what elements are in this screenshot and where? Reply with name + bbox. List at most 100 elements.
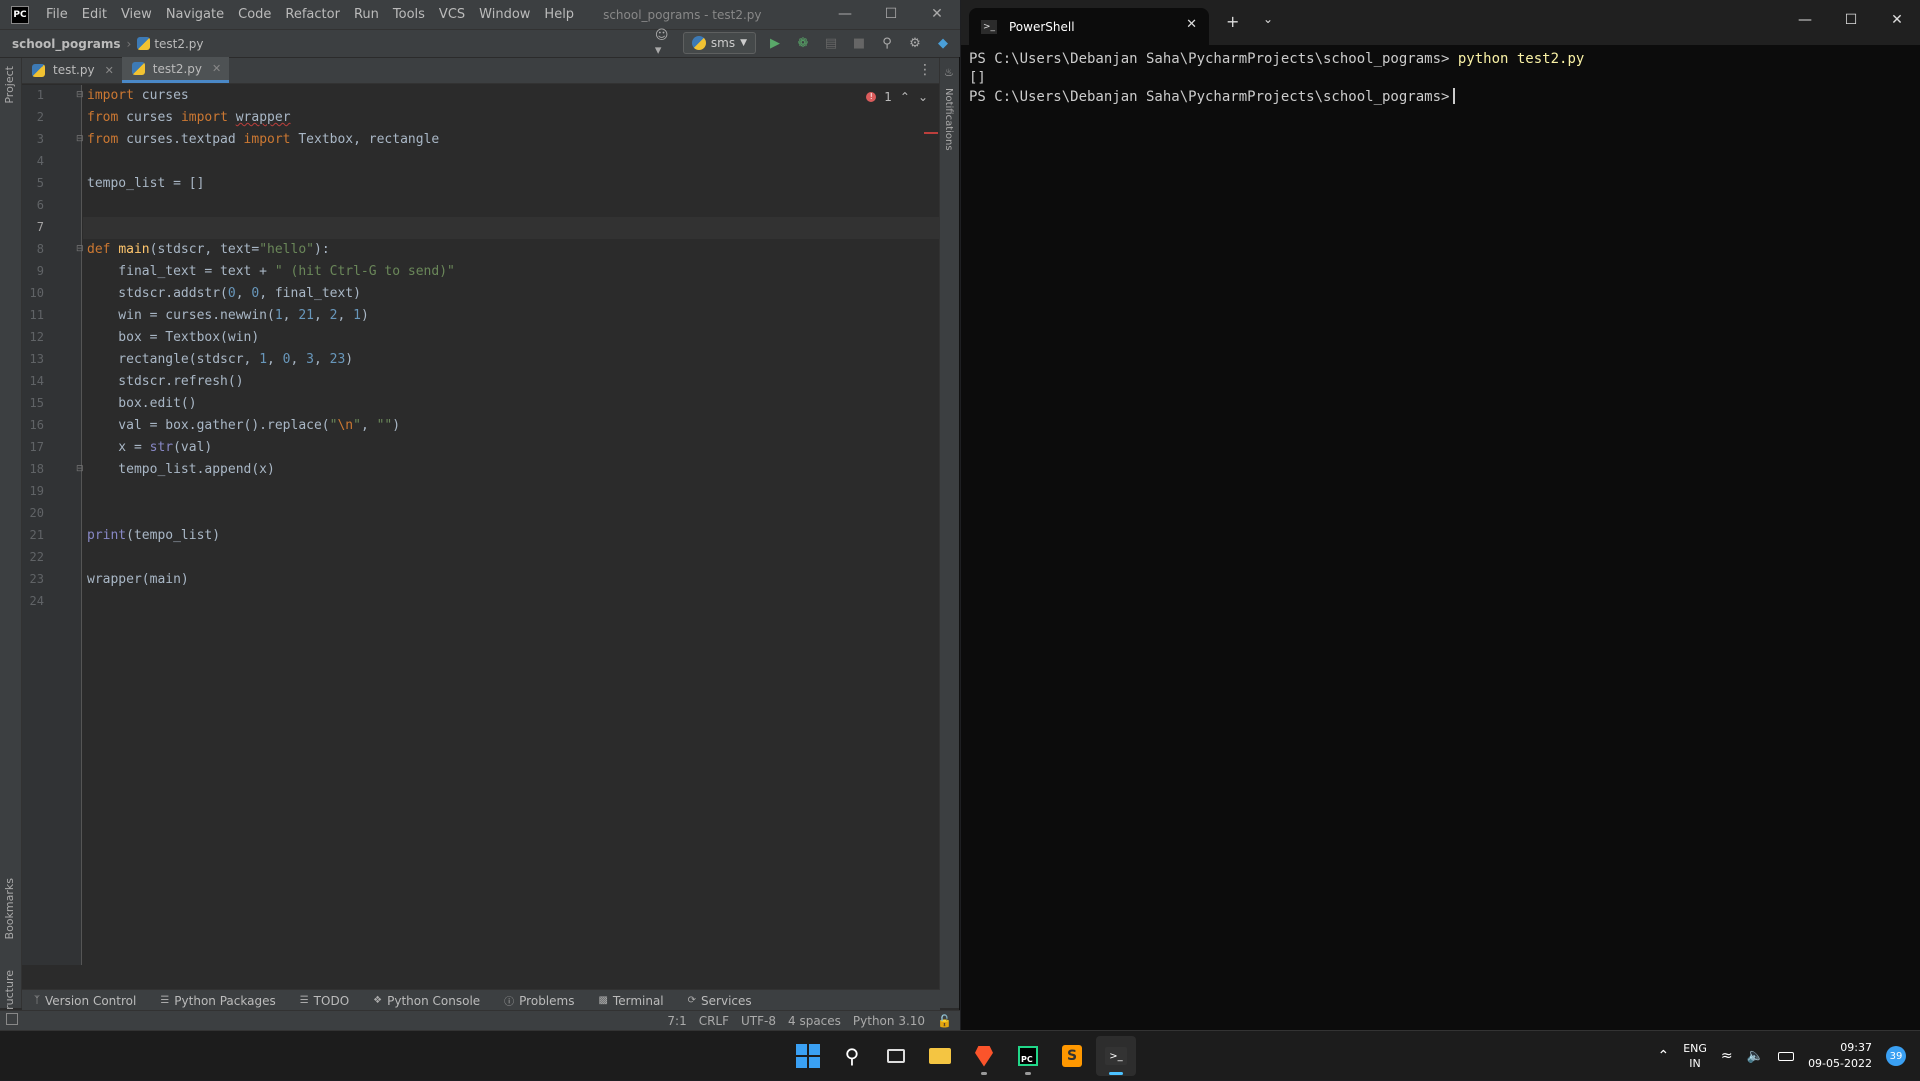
line-number[interactable]: 10 <box>22 286 44 300</box>
terminal-button[interactable]: ▩ Terminal <box>598 994 663 1008</box>
chevron-up-icon[interactable]: ⌃ <box>1657 1048 1669 1064</box>
user-icon[interactable]: ☺▾ <box>655 28 673 58</box>
line-number[interactable]: 20 <box>22 506 44 520</box>
bell-icon[interactable]: ♨ <box>944 66 954 79</box>
tab-close-icon[interactable]: ✕ <box>105 64 114 77</box>
tab-close-icon[interactable]: ✕ <box>212 62 221 75</box>
tab-test2-py[interactable]: test2.py ✕ <box>121 57 230 83</box>
line-number[interactable]: 11 <box>22 308 44 322</box>
error-stripe-marker[interactable] <box>924 132 938 134</box>
project-tool-button[interactable]: Project <box>3 66 16 104</box>
line-number[interactable]: 13 <box>22 352 44 366</box>
python-console-button[interactable]: ❖ Python Console <box>373 994 480 1008</box>
language-indicator[interactable]: ENG IN <box>1683 1041 1707 1071</box>
menu-navigate[interactable]: Navigate <box>159 0 231 29</box>
code-editor[interactable]: import curses from curses import wrapper… <box>83 85 940 965</box>
run-icon[interactable]: ▶ <box>766 34 784 52</box>
menu-tools[interactable]: Tools <box>386 0 432 29</box>
run-config-selector[interactable]: sms ▼ <box>682 32 756 54</box>
close-icon[interactable]: ✕ <box>1874 0 1920 40</box>
close-icon[interactable]: ✕ <box>1186 17 1197 32</box>
search-icon[interactable]: ⚲ <box>878 34 896 52</box>
services-button[interactable]: ⟳ Services <box>688 994 752 1008</box>
python-interpreter[interactable]: Python 3.10 <box>853 1014 925 1028</box>
line-number[interactable]: 12 <box>22 330 44 344</box>
debug-icon[interactable]: ❁ <box>794 34 812 52</box>
pycharm-button[interactable]: PC <box>1008 1036 1048 1076</box>
line-number[interactable]: 22 <box>22 550 44 564</box>
line-separator[interactable]: CRLF <box>699 1014 729 1028</box>
menu-file[interactable]: File <box>39 0 75 29</box>
volume-icon[interactable]: 🔈 <box>1747 1048 1764 1064</box>
tab-test-py[interactable]: test.py ✕ <box>22 57 122 83</box>
line-number[interactable]: 7 <box>22 220 44 234</box>
line-number[interactable]: 4 <box>22 154 44 168</box>
search-button[interactable]: ⚲ <box>832 1036 872 1076</box>
ide-update-icon[interactable]: ◆ <box>934 34 952 52</box>
maximize-icon[interactable]: ☐ <box>868 0 914 29</box>
inspection-widget[interactable]: ! 1 ⌃ ⌄ <box>866 90 928 104</box>
menu-run[interactable]: Run <box>347 0 386 29</box>
indent-setting[interactable]: 4 spaces <box>788 1014 841 1028</box>
windows-terminal-button[interactable]: >_ <box>1096 1036 1136 1076</box>
caret-position[interactable]: 7:1 <box>667 1014 686 1028</box>
line-number[interactable]: 18 <box>22 462 44 476</box>
start-button[interactable] <box>788 1036 828 1076</box>
lock-icon[interactable]: 🔓 <box>937 1014 952 1028</box>
line-number[interactable]: 8 <box>22 242 44 256</box>
chevron-up-icon[interactable]: ⌃ <box>900 90 910 104</box>
line-number[interactable]: 17 <box>22 440 44 454</box>
wifi-icon[interactable]: ≈ <box>1721 1048 1733 1064</box>
coverage-icon[interactable]: ▤ <box>822 34 840 52</box>
menu-view[interactable]: View <box>114 0 159 29</box>
line-number[interactable]: 15 <box>22 396 44 410</box>
maximize-icon[interactable]: ☐ <box>1828 0 1874 40</box>
close-icon[interactable]: ✕ <box>914 0 960 29</box>
gear-icon[interactable]: ⚙ <box>906 34 924 52</box>
toggle-tool-windows-icon[interactable] <box>6 1013 18 1025</box>
chevron-down-icon[interactable]: ⌄ <box>918 90 928 104</box>
line-number[interactable]: 19 <box>22 484 44 498</box>
stop-icon[interactable]: ■ <box>850 34 868 52</box>
line-number[interactable]: 24 <box>22 594 44 608</box>
line-number[interactable]: 2 <box>22 110 44 124</box>
bookmarks-tool-button[interactable]: Bookmarks <box>3 878 16 939</box>
task-view-button[interactable] <box>876 1036 916 1076</box>
breadcrumb-project[interactable]: school_pograms <box>12 37 121 51</box>
menu-edit[interactable]: Edit <box>75 0 114 29</box>
tab-powershell[interactable]: >_ PowerShell ✕ <box>969 8 1209 45</box>
line-number[interactable]: 21 <box>22 528 44 542</box>
sublime-text-button[interactable]: S <box>1052 1036 1092 1076</box>
line-number[interactable]: 6 <box>22 198 44 212</box>
line-number[interactable]: 23 <box>22 572 44 586</box>
line-number[interactable]: 16 <box>22 418 44 432</box>
file-encoding[interactable]: UTF-8 <box>741 1014 776 1028</box>
problems-button[interactable]: ⓘ Problems <box>504 993 574 1009</box>
breadcrumb-file[interactable]: test2.py <box>154 37 203 51</box>
terminal-output[interactable]: PS C:\Users\Debanjan Saha\PycharmProject… <box>969 50 1909 107</box>
python-packages-button[interactable]: ☰ Python Packages <box>160 994 275 1008</box>
line-number[interactable]: 9 <box>22 264 44 278</box>
minimize-icon[interactable]: — <box>1782 0 1828 40</box>
chevron-down-icon[interactable]: ⌄ <box>1263 12 1273 26</box>
line-number[interactable]: 5 <box>22 176 44 190</box>
menu-code[interactable]: Code <box>231 0 278 29</box>
file-explorer-button[interactable] <box>920 1036 960 1076</box>
more-options-icon[interactable]: ⋮ <box>918 62 932 78</box>
minimize-icon[interactable]: — <box>822 0 868 29</box>
menu-refactor[interactable]: Refactor <box>278 0 347 29</box>
brave-browser-button[interactable] <box>964 1036 1004 1076</box>
version-control-button[interactable]: ᛉ Version Control <box>34 994 136 1008</box>
battery-icon[interactable] <box>1778 1051 1795 1061</box>
menu-help[interactable]: Help <box>537 0 581 29</box>
clock[interactable]: 09:37 09-05-2022 <box>1808 1040 1872 1072</box>
menu-vcs[interactable]: VCS <box>432 0 472 29</box>
notifications-tool-button[interactable]: Notifications <box>943 88 954 151</box>
new-tab-icon[interactable]: + <box>1226 12 1239 31</box>
notification-badge[interactable]: 39 <box>1886 1046 1906 1066</box>
line-number[interactable]: 14 <box>22 374 44 388</box>
menu-window[interactable]: Window <box>472 0 537 29</box>
line-number[interactable]: 1 <box>22 88 44 102</box>
todo-button[interactable]: ☰ TODO <box>300 994 349 1008</box>
line-number[interactable]: 3 <box>22 132 44 146</box>
